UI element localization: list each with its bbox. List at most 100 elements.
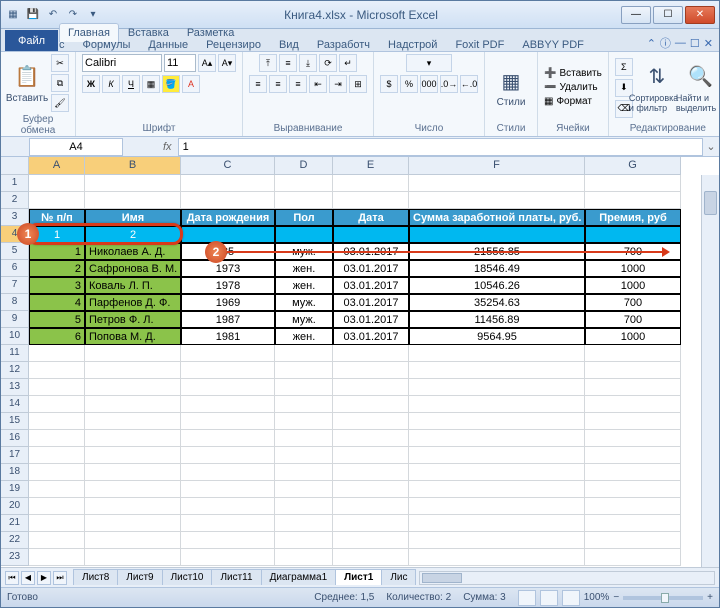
shrink-font-icon[interactable]: A▾ — [218, 54, 236, 72]
cell-D9[interactable]: муж. — [275, 311, 333, 328]
format-painter-icon[interactable]: 🖌 — [51, 94, 69, 112]
cell-E15[interactable] — [333, 413, 409, 430]
cell-B10[interactable]: Попова М. Д. — [85, 328, 181, 345]
dec-decimal-icon[interactable]: ←.0 — [460, 75, 478, 93]
cell-F13[interactable] — [409, 379, 585, 396]
row-header-17[interactable]: 17 — [1, 447, 29, 464]
cell-A21[interactable] — [29, 515, 85, 532]
sheet-tab-Лист9[interactable]: Лист9 — [117, 569, 162, 585]
doc-close-icon[interactable]: ✕ — [704, 37, 713, 50]
doc-max-icon[interactable]: ☐ — [690, 37, 700, 50]
row-header-15[interactable]: 15 — [1, 413, 29, 430]
col-header-B[interactable]: B — [85, 157, 181, 175]
font-color-icon[interactable]: A — [182, 75, 200, 93]
cell-G22[interactable] — [585, 532, 681, 549]
cell-B2[interactable] — [85, 192, 181, 209]
row-header-14[interactable]: 14 — [1, 396, 29, 413]
sheet-tab-Лист11[interactable]: Лист11 — [211, 569, 261, 585]
fx-icon[interactable]: fx — [163, 141, 172, 153]
cell-D12[interactable] — [275, 362, 333, 379]
cell-F21[interactable] — [409, 515, 585, 532]
row-header-4[interactable]: 4 — [1, 226, 29, 243]
number-format-select[interactable]: ▾ — [406, 54, 452, 72]
cell-C17[interactable] — [181, 447, 275, 464]
cell-A17[interactable] — [29, 447, 85, 464]
cell-E9[interactable]: 03.01.2017 — [333, 311, 409, 328]
cell-C21[interactable] — [181, 515, 275, 532]
cell-B1[interactable] — [85, 175, 181, 192]
underline-icon[interactable]: Ч — [122, 75, 140, 93]
row-header-7[interactable]: 7 — [1, 277, 29, 294]
cell-G13[interactable] — [585, 379, 681, 396]
name-box[interactable]: A4 — [29, 138, 123, 156]
copy-icon[interactable]: ⧉ — [51, 74, 69, 92]
cell-E16[interactable] — [333, 430, 409, 447]
row-header-16[interactable]: 16 — [1, 430, 29, 447]
percent-icon[interactable]: % — [400, 75, 418, 93]
cell-E11[interactable] — [333, 345, 409, 362]
cell-D14[interactable] — [275, 396, 333, 413]
col-header-F[interactable]: F — [409, 157, 585, 175]
row-header-13[interactable]: 13 — [1, 379, 29, 396]
cell-A18[interactable] — [29, 464, 85, 481]
cell-E19[interactable] — [333, 481, 409, 498]
column-headers[interactable]: ABCDEFG — [29, 157, 701, 175]
align-top-icon[interactable]: ⤒ — [259, 54, 277, 72]
cell-D6[interactable]: жен. — [275, 260, 333, 277]
zoom-out-icon[interactable]: − — [613, 592, 619, 603]
cell-D8[interactable]: муж. — [275, 294, 333, 311]
cell-G20[interactable] — [585, 498, 681, 515]
cell-A2[interactable] — [29, 192, 85, 209]
cell-G11[interactable] — [585, 345, 681, 362]
row-header-5[interactable]: 5 — [1, 243, 29, 260]
tab-nav-prev-icon[interactable]: ◀ — [21, 571, 35, 585]
row-header-11[interactable]: 11 — [1, 345, 29, 362]
cell-D17[interactable] — [275, 447, 333, 464]
row-header-8[interactable]: 8 — [1, 294, 29, 311]
delete-cells-button[interactable]: ➖Удалить — [544, 82, 602, 93]
row-header-9[interactable]: 9 — [1, 311, 29, 328]
cell-D23[interactable] — [275, 549, 333, 566]
cell-B12[interactable] — [85, 362, 181, 379]
cell-F20[interactable] — [409, 498, 585, 515]
fill-color-icon[interactable]: 🪣 — [162, 75, 180, 93]
cell-F15[interactable] — [409, 413, 585, 430]
cell-D16[interactable] — [275, 430, 333, 447]
cell-C5[interactable]: 85 — [181, 243, 275, 260]
cell-G9[interactable]: 700 — [585, 311, 681, 328]
row-header-21[interactable]: 21 — [1, 515, 29, 532]
cell-D13[interactable] — [275, 379, 333, 396]
cell-E2[interactable] — [333, 192, 409, 209]
cell-F3[interactable]: Сумма заработной платы, руб. — [409, 209, 585, 226]
cell-G12[interactable] — [585, 362, 681, 379]
cell-C8[interactable]: 1969 — [181, 294, 275, 311]
qat-more-icon[interactable]: ▾ — [85, 7, 101, 23]
cell-B16[interactable] — [85, 430, 181, 447]
cell-C10[interactable]: 1981 — [181, 328, 275, 345]
cell-G4[interactable] — [585, 226, 681, 243]
cell-B19[interactable] — [85, 481, 181, 498]
minimize-button[interactable]: — — [621, 6, 651, 24]
cell-F2[interactable] — [409, 192, 585, 209]
cell-F4[interactable] — [409, 226, 585, 243]
cell-E20[interactable] — [333, 498, 409, 515]
sheet-tab-Лист8[interactable]: Лист8 — [73, 569, 118, 585]
cell-A13[interactable] — [29, 379, 85, 396]
align-left-icon[interactable]: ≡ — [249, 75, 267, 93]
cell-E12[interactable] — [333, 362, 409, 379]
cell-D22[interactable] — [275, 532, 333, 549]
cell-B13[interactable] — [85, 379, 181, 396]
autosum-icon[interactable]: Σ — [615, 58, 633, 76]
maximize-button[interactable]: ☐ — [653, 6, 683, 24]
redo-icon[interactable]: ↷ — [65, 7, 81, 23]
cell-B23[interactable] — [85, 549, 181, 566]
cell-B4[interactable]: 2 — [85, 226, 181, 243]
cell-A12[interactable] — [29, 362, 85, 379]
tab-file[interactable]: Файл — [5, 30, 58, 51]
hscroll-thumb[interactable] — [422, 573, 462, 583]
row-headers[interactable]: 1234567891011121314151617181920212223 — [1, 175, 29, 566]
cell-F9[interactable]: 11456.89 — [409, 311, 585, 328]
cell-G6[interactable]: 1000 — [585, 260, 681, 277]
cell-B17[interactable] — [85, 447, 181, 464]
cell-B11[interactable] — [85, 345, 181, 362]
